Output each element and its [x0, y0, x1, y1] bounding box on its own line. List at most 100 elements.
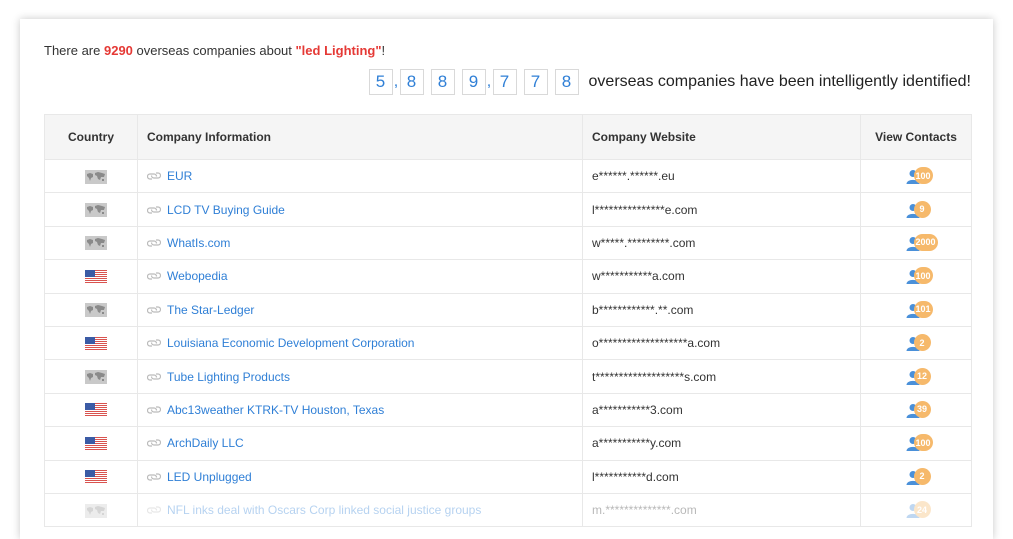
view-contacts-button[interactable]: 2 — [906, 467, 936, 487]
search-keyword: "led Lighting" — [295, 43, 382, 58]
view-contacts-button[interactable]: 12 — [906, 367, 936, 387]
contacts-count-badge: 12 — [913, 367, 931, 385]
table-row: Webopedia w***********a.com 100 — [44, 259, 972, 294]
company-cell: LED Unplugged — [137, 459, 583, 494]
company-name-link[interactable]: Tube Lighting Products — [167, 370, 290, 384]
contacts-cell: 2 — [860, 459, 972, 494]
companies-table-body: EUR e******.******.eu 100 LCD TV Buying Gui… — [44, 158, 972, 528]
link-icon — [146, 237, 162, 249]
companies-table: Country Company Information Company Webs… — [44, 114, 972, 528]
company-name-link[interactable]: Louisiana Economic Development Corporati… — [167, 336, 414, 350]
us-flag-icon — [84, 403, 107, 418]
company-cell: EUR — [137, 158, 583, 194]
country-cell — [44, 392, 138, 428]
company-name-link[interactable]: Webopedia — [167, 269, 228, 283]
summary-middle: overseas companies about — [132, 43, 296, 58]
company-cell: The Star-Ledger — [137, 292, 583, 327]
view-contacts-button[interactable]: 9 — [906, 200, 936, 220]
link-icon — [146, 371, 162, 383]
link-icon — [146, 270, 162, 282]
contacts-count-badge: 2 — [913, 467, 931, 485]
table-row: NFL inks deal with Oscars Corp linked so… — [44, 492, 972, 528]
identified-counter: 5 , 8 8 9 , 7 7 8 overseas companies hav… — [368, 69, 971, 95]
counter-caption: overseas companies have been intelligent… — [588, 73, 971, 90]
country-cell — [44, 292, 138, 327]
us-flag-icon — [84, 336, 107, 351]
contacts-count-badge: 2000 — [913, 233, 938, 251]
country-cell — [44, 325, 138, 361]
counter-digit: 8 — [399, 69, 424, 95]
counter-digit: 9 — [461, 69, 486, 95]
country-cell — [44, 192, 138, 227]
company-name-link[interactable]: Abc13weather KTRK-TV Houston, Texas — [167, 403, 384, 417]
contacts-cell: 24 — [860, 492, 972, 528]
counter-digit: 8 — [430, 69, 455, 95]
column-header-website: Company Website — [582, 114, 861, 160]
summary-suffix: ! — [381, 43, 386, 58]
contacts-cell: 101 — [860, 292, 972, 327]
contacts-cell: 2 — [860, 325, 972, 361]
view-contacts-button[interactable]: 100 — [906, 433, 936, 453]
company-name-link[interactable]: The Star-Ledger — [167, 303, 254, 317]
company-name-link[interactable]: LCD TV Buying Guide — [167, 203, 285, 217]
website-cell: w*****.*********.com — [582, 225, 861, 261]
table-row: LED Unplugged l***********d.com 2 — [44, 459, 972, 494]
link-icon — [146, 437, 162, 449]
link-icon — [146, 204, 162, 216]
link-icon — [146, 304, 162, 316]
us-flag-icon — [84, 269, 107, 284]
view-contacts-button[interactable]: 2 — [906, 333, 936, 353]
contacts-count-badge: 100 — [913, 267, 933, 285]
website-cell: m.**************.com — [582, 492, 861, 528]
contacts-count-badge: 9 — [913, 200, 931, 218]
contacts-cell: 39 — [860, 392, 972, 428]
view-contacts-button[interactable]: 101 — [906, 300, 936, 320]
company-cell: Webopedia — [137, 259, 583, 294]
link-icon — [146, 471, 162, 483]
summary-prefix: There are — [44, 43, 104, 58]
column-header-country: Country — [44, 114, 138, 160]
website-cell: l***********d.com — [582, 459, 861, 494]
company-count: 9290 — [103, 43, 133, 58]
table-row: LCD TV Buying Guide l***************e.com… — [44, 192, 972, 227]
view-contacts-button[interactable]: 100 — [906, 266, 936, 286]
company-name-link[interactable]: LED Unplugged — [167, 470, 252, 484]
view-contacts-button[interactable]: 24 — [906, 500, 936, 520]
country-cell — [44, 426, 138, 461]
table-row: Tube Lighting Products t*****************… — [44, 359, 972, 394]
country-cell — [44, 225, 138, 261]
table-row: Louisiana Economic Development Corporati… — [44, 325, 972, 361]
us-flag-icon — [84, 470, 107, 485]
website-cell: a***********y.com — [582, 426, 861, 461]
website-cell: l***************e.com — [582, 192, 861, 227]
contacts-count-badge: 39 — [913, 400, 931, 418]
column-header-company: Company Information — [137, 114, 583, 160]
company-cell: Tube Lighting Products — [137, 359, 583, 394]
company-cell: ArchDaily LLC — [137, 426, 583, 461]
table-row: Abc13weather KTRK-TV Houston, Texas a****… — [44, 392, 972, 428]
contacts-cell: 9 — [860, 192, 972, 227]
contacts-count-badge: 24 — [913, 501, 931, 519]
world-map-icon — [84, 503, 107, 518]
contacts-cell: 100 — [860, 259, 972, 294]
contacts-cell: 100 — [860, 158, 972, 194]
view-contacts-button[interactable]: 100 — [906, 166, 936, 186]
us-flag-icon — [84, 436, 107, 451]
world-map-icon — [84, 203, 107, 217]
contacts-cell: 2000 — [860, 225, 972, 261]
country-cell — [44, 359, 138, 394]
view-contacts-button[interactable]: 39 — [906, 400, 936, 420]
world-map-icon — [84, 369, 107, 384]
company-name-link[interactable]: WhatIs.com — [167, 236, 230, 250]
view-contacts-button[interactable]: 2000 — [906, 233, 938, 253]
website-cell: t*******************s.com — [582, 359, 861, 394]
world-map-icon — [84, 236, 107, 251]
company-name-link[interactable]: EUR — [167, 169, 192, 183]
company-name-link[interactable]: ArchDaily LLC — [167, 436, 244, 450]
counter-digit: 7 — [492, 69, 517, 95]
contacts-cell: 100 — [860, 426, 972, 461]
contacts-count-badge: 101 — [913, 300, 933, 318]
company-name-link[interactable]: NFL inks deal with Oscars Corp linked so… — [167, 503, 481, 517]
link-icon — [146, 404, 162, 416]
contacts-count-badge: 100 — [913, 434, 933, 452]
